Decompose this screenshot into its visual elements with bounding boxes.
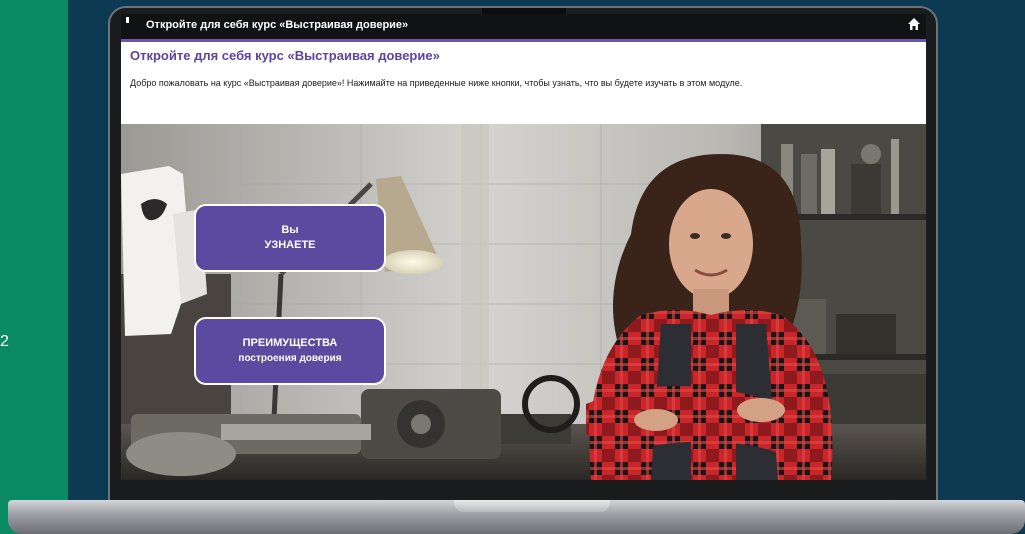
title-bar-text: Откройте для себя курс «Выстраивая довер…: [146, 19, 409, 31]
course-title-bar: Откройте для себя курс «Выстраивая довер…: [121, 14, 926, 42]
workshop-photo-illustration: [121, 124, 926, 480]
green-side-panel: [0, 0, 68, 534]
benefits-line2: построения доверия: [238, 353, 342, 364]
slide-number: 2: [0, 333, 9, 350]
you-will-learn-button[interactable]: Вы УЗНАЕТЕ: [194, 204, 386, 272]
home-icon[interactable]: [907, 17, 921, 31]
laptop-base-notch: [454, 500, 610, 512]
benefits-line1: ПРЕИМУЩЕСТВА: [242, 337, 338, 349]
intro-text: Добро пожаловать на курс «Выстраивая дов…: [130, 78, 743, 88]
page-title: Откройте для себя курс «Выстраивая довер…: [130, 48, 440, 63]
you-will-learn-line2: УЗНАЕТЕ: [264, 239, 316, 251]
course-intro: Откройте для себя курс «Выстраивая довер…: [121, 42, 926, 124]
laptop-base: [8, 500, 1025, 534]
workshop-photo: Вы УЗНАЕТЕ ПРЕИМУЩЕСТВА построения довер…: [121, 124, 926, 480]
benefits-button[interactable]: ПРЕИМУЩЕСТВА построения доверия: [194, 317, 386, 385]
menu-corner-icon: [126, 17, 129, 23]
laptop-screen: Откройте для себя курс «Выстраивая довер…: [121, 14, 926, 480]
presentation-slide: 2 Откройте для себя курс «Выстраивая дов…: [0, 0, 1025, 534]
you-will-learn-line1: Вы: [281, 224, 299, 236]
